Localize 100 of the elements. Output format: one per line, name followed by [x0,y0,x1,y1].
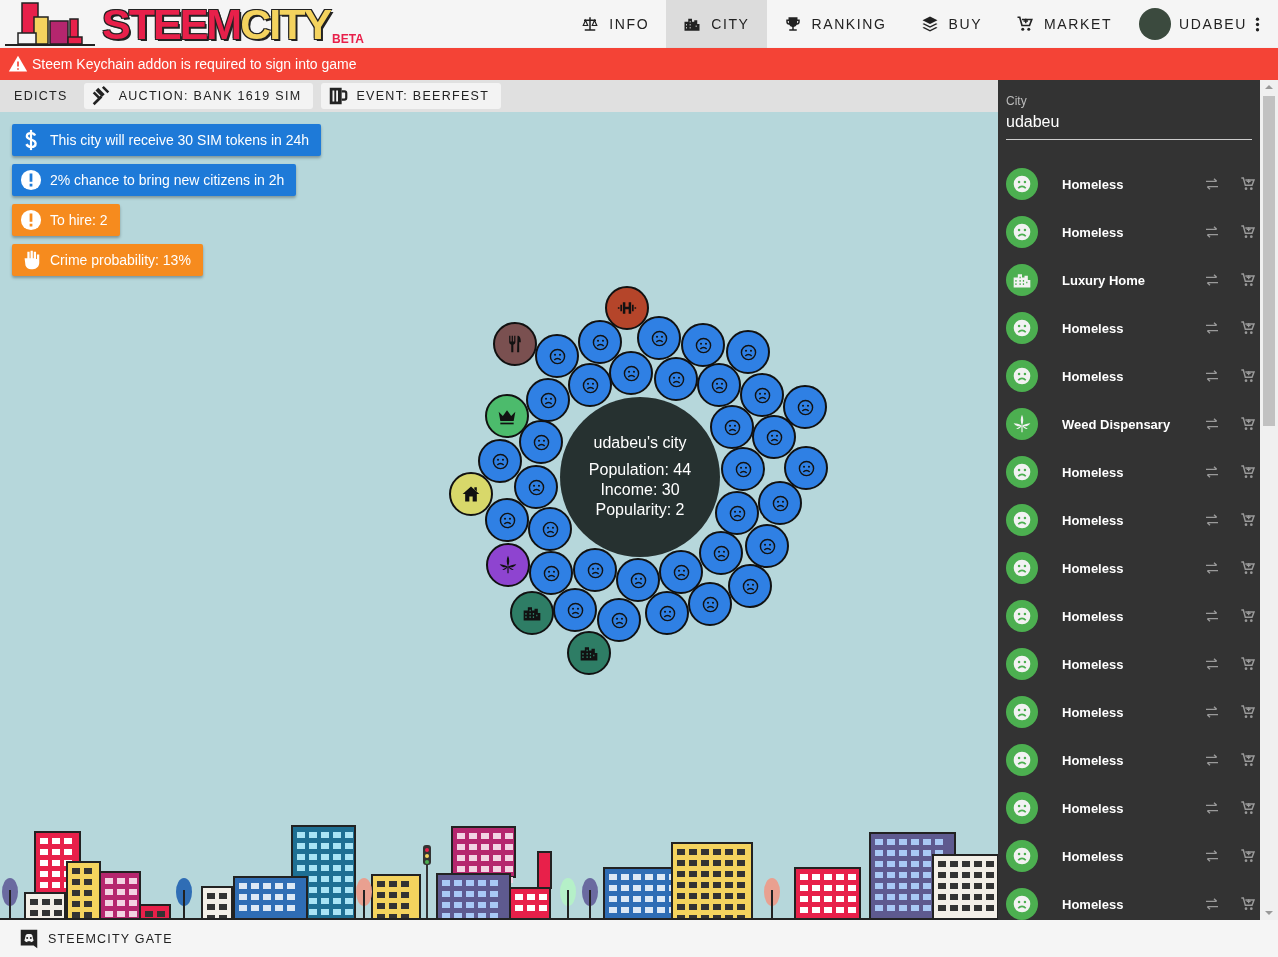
citizen-bubble[interactable] [740,373,784,417]
citizen-bubble[interactable] [645,591,689,635]
citizen-bubble[interactable] [597,598,641,642]
citizen-bubble[interactable] [721,447,765,491]
citizen-bubble[interactable] [637,316,681,360]
item-name[interactable]: Homeless [1062,464,1189,480]
item-name[interactable]: Homeless [1062,224,1189,240]
swap-icon[interactable] [1204,800,1221,816]
swap-icon[interactable] [1204,752,1221,768]
cart-plus-icon[interactable] [1240,848,1257,864]
item-name[interactable]: Homeless [1062,848,1189,864]
swap-icon[interactable] [1204,464,1221,480]
nav-tab[interactable]: CITY [666,0,767,48]
citizen-bubble[interactable] [535,334,579,378]
citizen-bubble[interactable] [784,446,828,490]
item-name[interactable]: Weed Dispensary [1062,416,1189,432]
building-bubble[interactable] [485,394,529,438]
item-name[interactable]: Homeless [1062,656,1189,672]
swap-icon[interactable] [1204,368,1221,384]
citizen-bubble[interactable] [514,465,558,509]
cart-plus-icon[interactable] [1240,752,1257,768]
building-bubble[interactable] [567,631,611,675]
citizen-bubble[interactable] [728,564,772,608]
citizen-bubble[interactable] [573,548,617,592]
building-bubble[interactable] [486,543,530,587]
citizen-bubble[interactable] [783,385,827,429]
citizen-bubble[interactable] [526,378,570,422]
building-bubble[interactable] [605,286,649,330]
citizen-bubble[interactable] [710,405,754,449]
citizen-bubble[interactable] [726,330,770,374]
swap-icon[interactable] [1204,512,1221,528]
citizen-bubble[interactable] [752,415,796,459]
citizen-bubble[interactable] [688,582,732,626]
citizen-bubble[interactable] [699,531,743,575]
nav-tab[interactable]: RANKING [766,0,904,48]
swap-icon[interactable] [1204,656,1221,672]
toolbar-chip[interactable]: AUCTION: BANK 1619 SIM [83,83,314,109]
citizen-bubble[interactable] [519,420,563,464]
citizen-bubble[interactable] [578,320,622,364]
cart-plus-icon[interactable] [1240,704,1257,720]
swap-icon[interactable] [1204,272,1221,288]
citizen-bubble[interactable] [681,323,725,367]
item-name[interactable]: Homeless [1062,800,1189,816]
swap-icon[interactable] [1204,560,1221,576]
item-name[interactable]: Homeless [1062,704,1189,720]
citizen-bubble[interactable] [697,363,741,407]
item-name[interactable]: Homeless [1062,896,1189,912]
building-bubble[interactable] [510,591,554,635]
citizen-bubble[interactable] [478,439,522,483]
swap-icon[interactable] [1204,608,1221,624]
toolbar-button[interactable]: EDICTS [6,83,76,109]
citizen-bubble[interactable] [715,491,759,535]
nav-tab[interactable]: BUY [903,0,1000,48]
citizen-bubble[interactable] [568,363,612,407]
cart-plus-icon[interactable] [1240,272,1257,288]
item-name[interactable]: Luxury Home [1062,272,1189,288]
cart-plus-icon[interactable] [1240,608,1257,624]
citizen-bubble[interactable] [529,551,573,595]
cart-plus-icon[interactable] [1240,656,1257,672]
footer-link[interactable]: STEEMCITY GATE [18,927,173,950]
swap-icon[interactable] [1204,176,1221,192]
citizen-bubble[interactable] [528,507,572,551]
cart-plus-icon[interactable] [1240,464,1257,480]
item-name[interactable]: Homeless [1062,608,1189,624]
citizen-bubble[interactable] [609,351,653,395]
citizen-bubble[interactable] [745,524,789,568]
cart-plus-icon[interactable] [1240,560,1257,576]
user-menu[interactable]: UDABEU [1129,0,1278,48]
building-bubble[interactable] [449,472,493,516]
swap-icon[interactable] [1204,896,1221,912]
item-name[interactable]: Homeless [1062,368,1189,384]
citizen-bubble[interactable] [485,498,529,542]
building-bubble[interactable] [493,322,537,366]
cart-plus-icon[interactable] [1240,416,1257,432]
item-name[interactable]: Homeless [1062,752,1189,768]
cart-plus-icon[interactable] [1240,800,1257,816]
cart-plus-icon[interactable] [1240,368,1257,384]
citizen-bubble[interactable] [616,558,660,602]
cart-plus-icon[interactable] [1240,512,1257,528]
swap-icon[interactable] [1204,848,1221,864]
city-field[interactable]: City udabeu [1006,94,1252,140]
item-name[interactable]: Homeless [1062,560,1189,576]
cart-plus-icon[interactable] [1240,176,1257,192]
nav-tab[interactable]: MARKET [999,0,1130,48]
citizen-bubble[interactable] [659,550,703,594]
swap-icon[interactable] [1204,320,1221,336]
citizen-bubble[interactable] [654,357,698,401]
swap-icon[interactable] [1204,224,1221,240]
cart-plus-icon[interactable] [1240,896,1257,912]
nav-tab[interactable]: INFO [564,0,667,48]
swap-icon[interactable] [1204,704,1221,720]
toolbar-chip[interactable]: EVENT: BEERFEST [321,83,502,109]
cart-plus-icon[interactable] [1240,320,1257,336]
citizen-bubble[interactable] [758,481,802,525]
swap-icon[interactable] [1204,416,1221,432]
cart-plus-icon[interactable] [1240,224,1257,240]
item-name[interactable]: Homeless [1062,320,1189,336]
citizen-bubble[interactable] [553,588,597,632]
item-name[interactable]: Homeless [1062,176,1189,192]
item-name[interactable]: Homeless [1062,512,1189,528]
